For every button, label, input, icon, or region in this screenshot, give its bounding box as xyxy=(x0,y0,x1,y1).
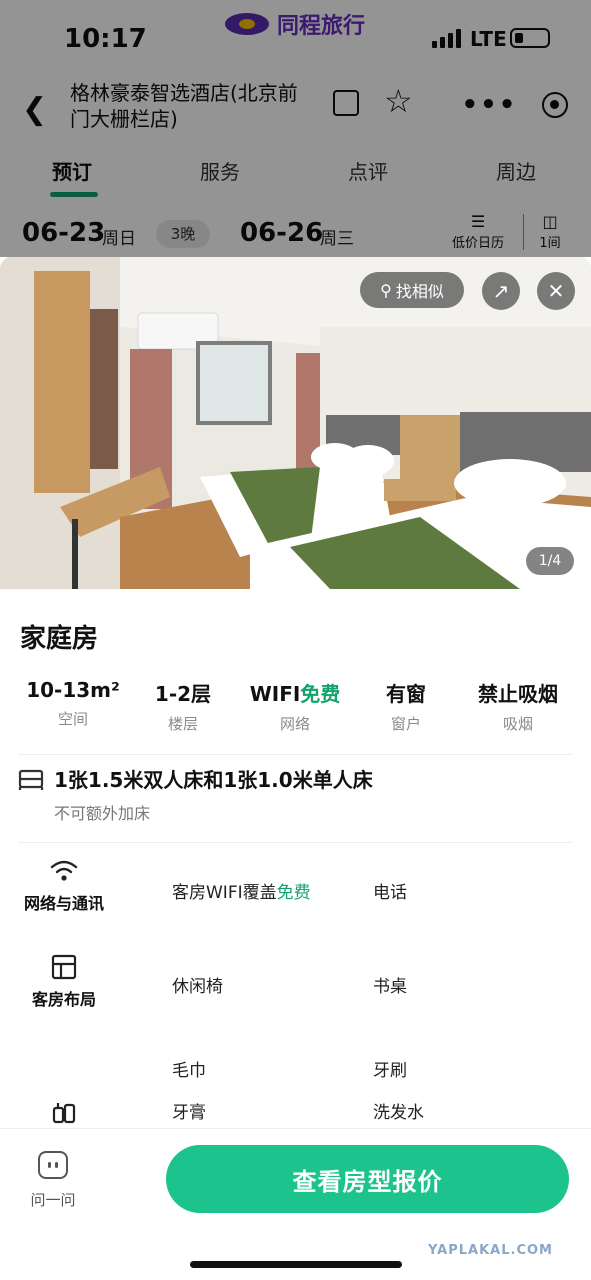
fact-network-value: WIFI免费 xyxy=(240,678,350,707)
bottom-bar: 问一问 查看房型报价 YAPLAKAL.COM xyxy=(0,1128,591,1280)
watermark: YAPLAKAL.COM xyxy=(428,1243,553,1258)
fact-floor-label: 楼层 xyxy=(167,715,198,733)
find-similar-label: 找相似 xyxy=(395,282,444,301)
view-room-price-button[interactable]: 查看房型报价 xyxy=(166,1145,569,1213)
fact-window-label: 窗户 xyxy=(390,715,421,733)
fact-smoking-value: 禁止吸烟 xyxy=(478,682,558,706)
ask-button[interactable]: 问一问 xyxy=(24,1151,82,1210)
amenity-lounge-chair: 休闲椅 xyxy=(172,977,223,997)
photo-counter: 1/4 xyxy=(526,547,574,575)
amenity-phone: 电话 xyxy=(373,883,407,903)
amenity-category-toiletries xyxy=(12,1100,116,1126)
home-indicator[interactable] xyxy=(190,1261,402,1268)
fact-area-label: 空间 xyxy=(57,710,88,728)
fact-area-value: 10-13m² xyxy=(26,678,120,702)
fact-network-wifi: WIFI xyxy=(249,682,301,706)
amenity-category-network: 网络与通讯 xyxy=(12,858,116,914)
close-icon: ✕ xyxy=(547,279,565,303)
bed-description: 1张1.5米双人床和1张1.0米单人床 xyxy=(54,768,373,792)
modal-overlay[interactable] xyxy=(0,0,591,257)
amenity-category-label: 网络与通讯 xyxy=(23,894,104,913)
search-icon: ⚲ xyxy=(380,280,392,300)
fact-area: 10-13m² 空间 xyxy=(18,678,128,729)
amenity-wifi-text: 客房WIFI覆盖 xyxy=(172,883,277,903)
fact-smoking-label: 吸烟 xyxy=(502,715,533,733)
page-header: 10:17 同程旅行 LTE ❮ 格林豪泰智选酒店(北京前门大栅栏店) ☆ ••… xyxy=(0,0,591,257)
fact-window: 有窗 窗户 xyxy=(351,678,461,734)
amenity-toothbrush: 牙刷 xyxy=(373,1061,407,1081)
close-button[interactable]: ✕ xyxy=(537,272,575,310)
room-facts: 10-13m² 空间 1-2层 楼层 WIFI免费 网络 有窗 窗户 禁止吸烟 … xyxy=(0,678,591,738)
amenity-toothpaste: 牙膏 xyxy=(172,1103,206,1123)
extra-bed-note: 不可额外加床 xyxy=(54,804,151,823)
divider xyxy=(18,754,573,755)
external-link-icon: ↗ xyxy=(492,279,510,303)
fact-network-label: 网络 xyxy=(279,715,310,733)
room-name: 家庭房 xyxy=(20,624,99,654)
chat-bot-icon xyxy=(38,1151,68,1179)
room-photo[interactable]: ⚲ 找相似 ↗ ✕ 1/4 xyxy=(0,257,591,589)
amenity-shampoo: 洗发水 xyxy=(373,1103,424,1123)
fact-floor: 1-2层 楼层 xyxy=(128,678,238,734)
room-layout-icon xyxy=(51,954,77,980)
bed-icon xyxy=(18,769,44,790)
amenity-towel: 毛巾 xyxy=(172,1061,206,1081)
open-external-button[interactable]: ↗ xyxy=(482,272,520,310)
amenity-category-label: 客房布局 xyxy=(31,990,96,1009)
wifi-icon xyxy=(50,860,78,881)
fact-window-value: 有窗 xyxy=(386,682,426,706)
toiletries-icon xyxy=(52,1103,76,1124)
ask-label: 问一问 xyxy=(30,1191,76,1209)
fact-network: WIFI免费 网络 xyxy=(240,678,350,734)
amenity-wifi-free: 免费 xyxy=(276,883,311,903)
amenity-wifi: 客房WIFI覆盖免费 xyxy=(172,878,311,903)
fact-smoking: 禁止吸烟 吸烟 xyxy=(463,678,573,734)
fact-network-free: 免费 xyxy=(300,682,341,706)
amenity-desk: 书桌 xyxy=(373,977,407,997)
divider xyxy=(18,842,573,843)
amenity-category-layout: 客房布局 xyxy=(12,954,116,1010)
find-similar-button[interactable]: ⚲ 找相似 xyxy=(360,272,464,308)
fact-floor-value: 1-2层 xyxy=(154,682,212,706)
